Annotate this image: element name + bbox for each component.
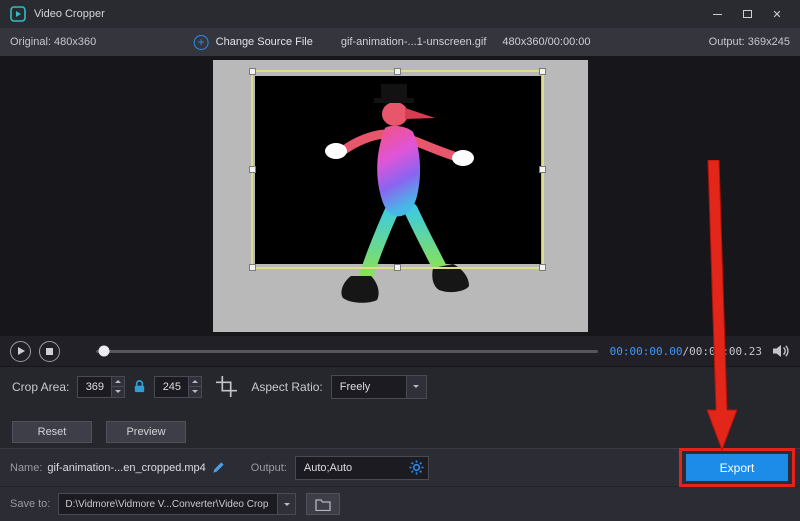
maximize-icon: [742, 10, 752, 18]
browse-folder-button[interactable]: [306, 493, 341, 515]
save-to-label: Save to:: [10, 498, 51, 510]
player-controls: 00:00:00.00/00:00:00.23: [0, 336, 800, 366]
close-button[interactable]: ✕: [764, 4, 790, 24]
crop-width-spinner: [111, 376, 125, 397]
aspect-lock-button[interactable]: [132, 379, 147, 394]
spin-down-icon: [115, 390, 122, 394]
timeline-slider[interactable]: [96, 345, 598, 357]
timecode-current: 00:00:00.00: [609, 344, 683, 358]
spin-up-icon: [192, 379, 199, 383]
video-cropper-window: Video Cropper ✕ Original: 480x360 + Chan…: [0, 0, 800, 521]
crop-settings-row: Crop Area: 369 245 Aspect Ratio: Freely: [0, 366, 800, 406]
crop-handle-top-middle[interactable]: [393, 68, 401, 75]
crop-width-value[interactable]: 369: [78, 377, 111, 397]
crop-handle-bottom-middle[interactable]: [393, 264, 401, 271]
toolbar: Original: 480x360 + Change Source File g…: [0, 28, 800, 56]
crop-handle-top-left[interactable]: [249, 68, 256, 75]
gear-icon: [409, 460, 424, 475]
chevron-down-icon: [283, 502, 290, 506]
save-path-value: D:\Vidmore\Vidmore V...Converter\Video C…: [65, 498, 269, 510]
pencil-icon: [213, 462, 224, 473]
crop-height-spinner: [188, 376, 202, 397]
stop-icon: [46, 347, 53, 355]
timeline-thumb[interactable]: [98, 345, 110, 357]
spin-up-icon: [115, 379, 122, 383]
video-frame: [213, 60, 588, 332]
crop-handle-middle-left[interactable]: [249, 165, 256, 173]
output-settings-button[interactable]: [406, 460, 428, 475]
output-format-field[interactable]: Auto;Auto: [294, 455, 429, 480]
window-controls: ✕: [704, 4, 790, 24]
timecode-total: /00:00:00.23: [682, 344, 762, 358]
change-source-button[interactable]: Change Source File: [216, 36, 313, 48]
crop-height-increment-button[interactable]: [189, 376, 202, 386]
crop-selection-box[interactable]: [249, 68, 546, 271]
action-row: Reset Preview: [0, 406, 800, 448]
source-file-meta: 480x360/00:00:00: [502, 36, 591, 48]
aspect-ratio-value: Freely: [339, 380, 371, 393]
export-area: Export: [679, 448, 795, 487]
output-size-label: Output: 369x245: [708, 36, 790, 48]
rename-button[interactable]: [212, 461, 225, 474]
play-button[interactable]: [10, 340, 31, 362]
aspect-ratio-label: Aspect Ratio:: [251, 379, 323, 394]
save-location-bar: Save to: D:\Vidmore\Vidmore V...Converte…: [0, 486, 800, 521]
preview-stage: [0, 56, 800, 336]
name-label: Name:: [10, 461, 43, 474]
folder-icon: [315, 498, 332, 511]
speaker-icon: [773, 345, 789, 357]
output-settings-bar: Name: gif-animation-...en_cropped.mp4 Ou…: [0, 448, 800, 487]
reset-button[interactable]: Reset: [12, 421, 92, 443]
plus-icon: +: [193, 34, 209, 50]
volume-button[interactable]: [772, 343, 790, 359]
crop-icon: [216, 376, 238, 397]
output-format-label: Output:: [250, 461, 287, 474]
chevron-down-icon: [413, 385, 420, 388]
crop-handle-top-right[interactable]: [539, 68, 546, 75]
titlebar: Video Cropper ✕: [0, 0, 800, 28]
window-title: Video Cropper: [34, 8, 105, 20]
crop-area-label: Crop Area:: [12, 379, 70, 394]
save-path-dropdown-button[interactable]: [277, 494, 296, 514]
spin-down-icon: [192, 390, 199, 394]
play-icon: [18, 347, 25, 355]
crop-tool-button[interactable]: [216, 376, 238, 397]
crop-width-input[interactable]: 369: [77, 375, 126, 398]
export-button[interactable]: Export: [686, 454, 788, 481]
output-format-value: Auto;Auto: [303, 461, 353, 474]
source-file-name: gif-animation-...1-unscreen.gif: [340, 36, 487, 48]
crop-height-value[interactable]: 245: [155, 377, 188, 397]
crop-height-input[interactable]: 245: [154, 375, 203, 398]
crop-width-increment-button[interactable]: [112, 376, 125, 386]
stop-button[interactable]: [39, 340, 60, 362]
timecode: 00:00:00.00/00:00:00.23: [610, 345, 762, 358]
save-path-select[interactable]: D:\Vidmore\Vidmore V...Converter\Video C…: [58, 493, 297, 515]
minimize-icon: [712, 13, 722, 15]
aspect-ratio-dropdown-button[interactable]: [405, 375, 426, 398]
crop-handle-bottom-right[interactable]: [539, 264, 546, 271]
preview-button[interactable]: Preview: [106, 421, 186, 443]
aspect-ratio-select[interactable]: Freely: [330, 374, 427, 399]
lock-icon: [135, 380, 145, 393]
crop-height-decrement-button[interactable]: [189, 386, 202, 397]
crop-width-decrement-button[interactable]: [112, 386, 125, 397]
maximize-button[interactable]: [734, 4, 760, 24]
app-logo-icon: [10, 6, 26, 22]
toolbar-center: + Change Source File gif-animation-...1-…: [193, 28, 591, 56]
original-size-label: Original: 480x360: [10, 36, 97, 48]
crop-handle-middle-right[interactable]: [539, 165, 546, 173]
crop-handle-bottom-left[interactable]: [249, 264, 256, 271]
output-file-name: gif-animation-...en_cropped.mp4: [47, 461, 206, 474]
minimize-button[interactable]: [704, 4, 730, 24]
